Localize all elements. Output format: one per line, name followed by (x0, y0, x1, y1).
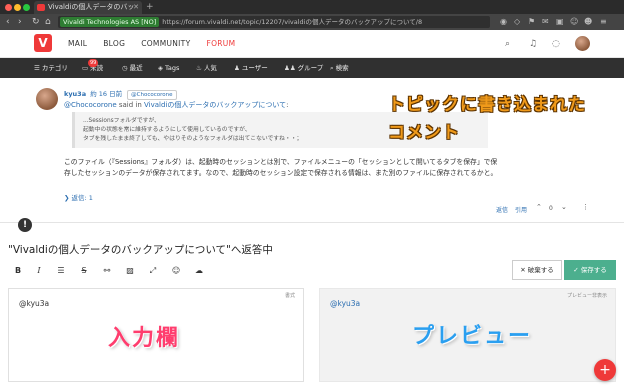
extension-icon[interactable]: ▣ (556, 16, 564, 28)
list-icon[interactable]: ☰ (54, 264, 68, 278)
vivaldi-logo[interactable]: V (34, 34, 52, 52)
extension-icon[interactable]: ◇ (514, 16, 520, 28)
info-icon[interactable]: ! (18, 218, 32, 232)
post-author[interactable]: kyu3a (64, 90, 86, 98)
post-author-avatar[interactable] (36, 88, 58, 110)
upload-icon[interactable]: ☁ (192, 264, 206, 278)
url-text: https://forum.vivaldi.net/topic/12207/vi… (162, 18, 423, 26)
nav-popular[interactable]: ♨ 人気 (196, 63, 217, 73)
browser-tab-bar: Vivaldiの個人データのバッ ✕ + (0, 0, 624, 14)
post-time[interactable]: 約 16 日前 (90, 90, 122, 98)
nav-mail[interactable]: MAIL (68, 39, 87, 48)
minimize-window-icon[interactable] (14, 4, 21, 11)
extension-icon[interactable]: ☺ (570, 16, 578, 28)
vivaldi-favicon-icon (37, 4, 45, 11)
extension-icon[interactable]: ⚑ (528, 16, 535, 28)
nav-recent[interactable]: ◷ 最近 (122, 63, 143, 73)
url-field[interactable]: Vivaldi Technologies AS [NO] https://foru… (58, 16, 490, 28)
tag-icon: ◈ (158, 64, 163, 72)
forum-nav: ☰ カテゴリ ▭ 未読 99 ◷ 最近 ◈ Tags ♨ 人気 ♟ ユーザー ♟♟ グループ … (0, 58, 624, 78)
chat-icon[interactable]: ◌ (552, 38, 560, 50)
close-window-icon[interactable] (5, 4, 12, 11)
annotation-comment-line1: トピックに書き込まれた (388, 95, 586, 115)
italic-icon[interactable]: I (32, 264, 46, 278)
post-meta: kyu3a 約 16 日前 @Chococorone (64, 88, 177, 100)
nav-groups[interactable]: ♟♟ グループ (284, 63, 323, 73)
reply-to-chip[interactable]: @Chococorone (127, 90, 177, 100)
quoted-user[interactable]: @Chococorone (64, 101, 117, 109)
editor-content[interactable]: @kyu3a (19, 299, 49, 308)
security-badge[interactable]: Vivaldi Technologies AS [NO] (60, 17, 160, 27)
notifications-icon[interactable]: ♫ (529, 38, 537, 50)
search-icon: ⌕ (330, 64, 334, 72)
close-icon: ✕ (520, 266, 528, 274)
chevron-right-icon: ❯ (64, 194, 72, 202)
reload-icon[interactable]: ↻ (32, 16, 40, 28)
search-icon[interactable]: ⌕ (505, 38, 510, 50)
top-nav: MAIL BLOG COMMUNITY FORUM (68, 39, 251, 48)
reply-button[interactable]: 返信 (496, 205, 508, 214)
address-bar: ‹ › ↻ ⌂ Vivaldi Technologies AS [NO] http… (0, 14, 624, 30)
forward-icon[interactable]: › (18, 16, 22, 28)
menu-icon[interactable]: ≡ (600, 16, 607, 28)
bold-icon[interactable]: B (11, 264, 25, 278)
quote-button[interactable]: 引用 (515, 205, 527, 214)
nav-tags[interactable]: ◈ Tags (158, 63, 179, 73)
said-in-text: said in (118, 101, 142, 109)
strikethrough-icon[interactable]: S (77, 264, 91, 278)
nav-categories[interactable]: ☰ カテゴリ (34, 63, 68, 73)
post-body: このファイル（『Sessions』フォルダ）は、起動時のセッションとは別で、ファ… (64, 158, 498, 177)
extension-icon[interactable]: ◉ (500, 16, 507, 28)
fullscreen-icon[interactable]: ⤢ (146, 264, 160, 278)
quoted-topic-link[interactable]: Vivaldiの個人データのバックアップについて (144, 101, 286, 109)
extension-icon[interactable]: ☻ (584, 16, 592, 28)
nav-blog[interactable]: BLOG (103, 39, 125, 48)
inbox-icon: ▭ (82, 64, 89, 72)
downvote-icon[interactable]: ⌄ (561, 203, 567, 211)
clock-icon: ◷ (122, 64, 128, 72)
site-header: V MAIL BLOG COMMUNITY FORUM ⌕ ♫ ◌ (0, 30, 624, 58)
list-icon: ☰ (34, 64, 40, 72)
post-quote-header: @Chococorone said in Vivaldiの個人データのバックアッ… (64, 100, 289, 110)
fire-icon: ♨ (196, 64, 202, 72)
divider (0, 222, 624, 223)
nav-forum[interactable]: FORUM (206, 39, 235, 48)
extension-icon[interactable]: ✉ (542, 16, 549, 28)
check-icon: ✓ (573, 266, 581, 274)
post-tools-icon[interactable]: ⋮ (582, 203, 589, 211)
annotation-preview-area: プレビュー (412, 324, 533, 349)
annotation-input-area: 入力欄 (108, 326, 181, 351)
maximize-window-icon[interactable] (23, 4, 30, 11)
nav-community[interactable]: COMMUNITY (141, 39, 190, 48)
submit-button[interactable]: ✓ 保存する (564, 260, 616, 280)
add-icon[interactable]: + (594, 359, 616, 381)
upvote-icon[interactable]: ⌃ (536, 203, 542, 211)
close-tab-icon[interactable]: ✕ (133, 1, 139, 14)
home-icon[interactable]: ⌂ (45, 16, 51, 28)
replies-link[interactable]: ❯ 返信: 1 (64, 192, 93, 202)
browser-tab-title: Vivaldiの個人データのバッ (48, 3, 135, 11)
nav-search[interactable]: ⌕ 検索 (330, 63, 349, 73)
group-icon: ♟♟ (284, 64, 296, 72)
emoji-icon[interactable]: ☺ (169, 264, 183, 278)
vote-count: 0 (549, 205, 553, 212)
new-tab-icon[interactable]: + (146, 1, 154, 13)
link-icon[interactable]: ⚯ (100, 264, 114, 278)
unread-count-badge: 99 (88, 59, 99, 67)
image-icon[interactable]: ▨ (123, 264, 137, 278)
browser-tab[interactable]: Vivaldiの個人データのバッ ✕ (34, 1, 142, 14)
annotation-comment-line2: コメント (388, 123, 460, 143)
user-avatar[interactable] (575, 36, 590, 51)
formatting-help-link[interactable]: 書式 (285, 292, 295, 299)
preview-content: @kyu3a (330, 299, 361, 308)
discard-button[interactable]: ✕ 破棄する (512, 260, 562, 280)
said-colon: : (286, 101, 289, 109)
composer-title: "Vivaldiの個人データのバックアップについて"へ返答中 (8, 244, 273, 256)
nav-users[interactable]: ♟ ユーザー (234, 63, 268, 73)
back-icon[interactable]: ‹ (6, 16, 10, 28)
user-icon: ♟ (234, 64, 240, 72)
hide-preview-link[interactable]: プレビュー非表示 (567, 292, 607, 299)
